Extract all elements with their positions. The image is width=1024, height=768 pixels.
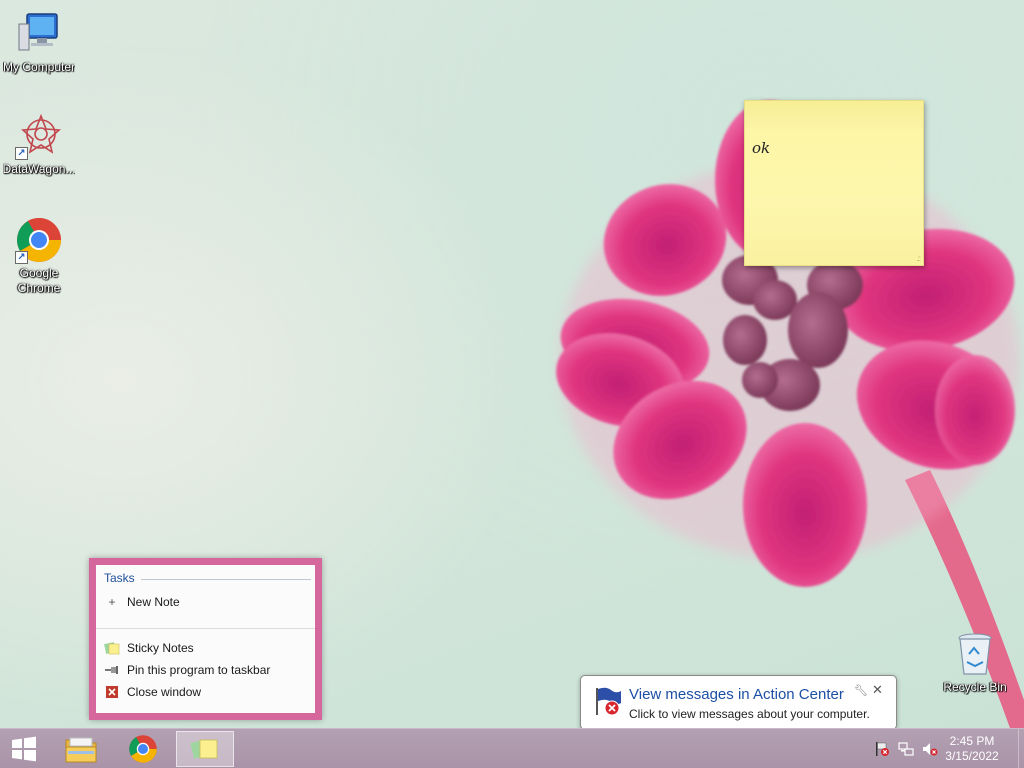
desktop-icon-my-computer[interactable]: My Computer xyxy=(0,10,78,75)
wrench-settings-icon[interactable]: 🔧︎ xyxy=(854,684,868,697)
sticky-note-title-bar[interactable] xyxy=(745,101,923,129)
pin-icon xyxy=(104,662,120,678)
notification-close-icon[interactable]: ✕ xyxy=(872,682,883,698)
clock-time: 2:45 PM xyxy=(949,734,995,748)
network-icon[interactable] xyxy=(898,741,914,757)
jump-list: Tasks + New Note Sticky Notes Pin this p… xyxy=(89,558,322,720)
jump-list-divider xyxy=(96,628,315,629)
resize-grip-icon[interactable]: .:: xyxy=(916,254,921,263)
recycle-bin-icon xyxy=(951,630,999,678)
taskbar-google-chrome[interactable] xyxy=(114,731,172,767)
desktop-icon-label: Recycle Bin xyxy=(943,680,1007,694)
jump-list-header: Tasks xyxy=(104,571,311,585)
desktop-icon-google-chrome[interactable]: ↗ Google Chrome xyxy=(0,216,78,296)
jump-list-item-label: Close window xyxy=(127,685,202,699)
jump-list-item-label: New Note xyxy=(127,595,180,609)
action-center-notification[interactable]: View messages in Action Center Click to … xyxy=(580,675,897,746)
jump-list-item-close-window[interactable]: Close window xyxy=(104,682,201,702)
volume-muted-icon[interactable] xyxy=(922,741,938,757)
chrome-icon: ↗ xyxy=(15,216,63,264)
notification-body[interactable]: Click to view messages about your comput… xyxy=(629,707,870,721)
sticky-note-window[interactable]: ok .:: xyxy=(744,100,924,266)
header-divider xyxy=(140,578,311,580)
shortcut-arrow-icon: ↗ xyxy=(15,251,28,264)
action-center-error-icon[interactable] xyxy=(874,741,890,757)
close-window-icon xyxy=(104,684,120,700)
taskbar-file-explorer[interactable] xyxy=(52,731,110,767)
taskbar-sticky-notes[interactable] xyxy=(176,731,234,767)
jump-list-item-pin-to-taskbar[interactable]: Pin this program to taskbar xyxy=(104,660,270,680)
plus-icon: + xyxy=(108,595,116,609)
jump-list-item-new-note[interactable]: + New Note xyxy=(104,592,180,612)
desktop-icon-datawagon[interactable]: ↗ DataWagon... xyxy=(0,112,78,177)
jump-list-panel: Tasks + New Note Sticky Notes Pin this p… xyxy=(96,565,315,713)
clock-date: 3/15/2022 xyxy=(945,749,999,763)
desktop-icon-label: DataWagon... xyxy=(2,162,76,176)
system-clock[interactable]: 2:45 PM 3/15/2022 xyxy=(942,734,1002,764)
action-center-flag-error-icon xyxy=(591,685,623,717)
desktop-icon-recycle-bin[interactable]: Recycle Bin xyxy=(936,630,1014,695)
sticky-note-text[interactable]: ok xyxy=(752,139,770,157)
datawagon-icon: ↗ xyxy=(15,112,63,160)
shortcut-arrow-icon: ↗ xyxy=(15,147,28,160)
chrome-icon xyxy=(129,735,157,763)
jump-list-item-label: Pin this program to taskbar xyxy=(127,663,271,677)
notification-title[interactable]: View messages in Action Center xyxy=(629,686,844,703)
sticky-notes-icon xyxy=(190,739,218,759)
computer-icon xyxy=(15,10,63,58)
jump-list-item-sticky-notes[interactable]: Sticky Notes xyxy=(104,638,194,658)
windows-logo-icon xyxy=(12,736,36,762)
folder-icon xyxy=(65,737,97,763)
jump-list-item-label: Sticky Notes xyxy=(127,641,194,655)
desktop-icon-label: Google Chrome xyxy=(17,266,61,295)
desktop-icon-label: My Computer xyxy=(2,60,76,74)
taskbar: 2:45 PM 3/15/2022 xyxy=(0,728,1024,768)
sticky-notes-icon xyxy=(104,640,120,656)
jump-list-header-label: Tasks xyxy=(104,571,135,585)
start-button[interactable] xyxy=(0,731,48,767)
show-desktop-button[interactable] xyxy=(1018,729,1024,768)
